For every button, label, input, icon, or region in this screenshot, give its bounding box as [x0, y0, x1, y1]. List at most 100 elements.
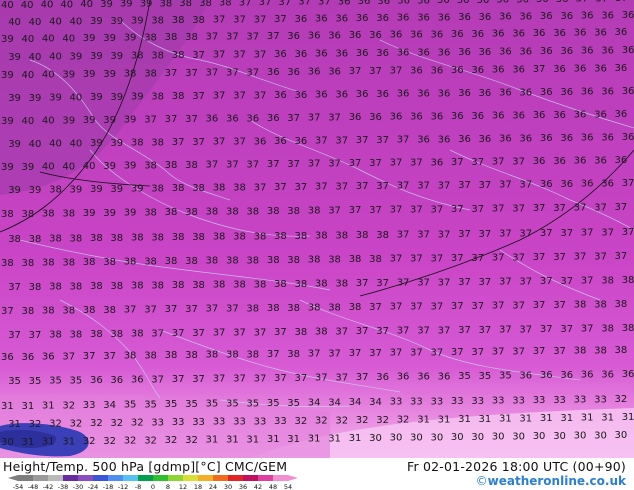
copyright-link[interactable]: ©weatheronline.co.uk	[476, 474, 626, 488]
contour-label: 35	[144, 399, 157, 410]
contour-label: 38	[574, 300, 587, 311]
contour-label: 36	[356, 89, 369, 100]
contour-label: 37	[417, 230, 430, 241]
contour-label: 36	[315, 14, 328, 25]
contour-label: 35	[185, 399, 198, 410]
contour-label: 37	[431, 347, 444, 358]
contour-label: 38	[328, 302, 341, 313]
legend-tick-label: -42	[43, 483, 54, 490]
contour-label: 37	[233, 91, 246, 102]
contour-label: 38	[151, 183, 164, 194]
contour-label: 35	[479, 371, 492, 382]
contour-label: 31	[622, 412, 634, 423]
contour-label: 36	[458, 88, 471, 99]
contour-label: 36	[574, 64, 587, 75]
contour-label: 37	[144, 304, 157, 315]
legend-arrow-left	[8, 475, 18, 481]
contour-label: 32	[165, 435, 178, 446]
contour-label: 37	[226, 304, 239, 315]
contour-label: 32	[144, 435, 157, 446]
contour-label: 38	[22, 258, 35, 269]
contour-label: 38	[62, 305, 75, 316]
contour-label: 37	[594, 252, 607, 263]
contour-label: 38	[615, 345, 628, 356]
contour-label: 31	[287, 434, 300, 445]
contour-label: 37	[471, 301, 484, 312]
contour-label: 38	[165, 207, 178, 218]
contour-label: 32	[295, 416, 308, 427]
contour-label: 37	[349, 158, 362, 169]
contour-label: 37	[185, 304, 198, 315]
contour-label: 37	[533, 252, 546, 263]
contour-label: 37	[574, 252, 587, 263]
contour-label: 38	[192, 183, 205, 194]
contour-label: 40	[49, 52, 62, 63]
contour-label: 37	[151, 328, 164, 339]
contour-label: 36	[496, 0, 509, 6]
contour-label: 37	[499, 277, 512, 288]
contour-label: 36	[438, 371, 451, 382]
contour-label: 36	[42, 352, 55, 363]
contour-label: 33	[390, 397, 403, 408]
contour-label: 39	[103, 161, 116, 172]
contour-label: 38	[22, 209, 35, 220]
contour-label: 37	[499, 180, 512, 191]
contour-label: 36	[622, 369, 634, 380]
contour-label: 37	[295, 182, 308, 193]
contour-label: 36	[622, 132, 634, 143]
contour-label: 37	[267, 31, 280, 42]
contour-label: 37	[533, 300, 546, 311]
contour-label: 36	[295, 90, 308, 101]
contour-label: 38	[267, 206, 280, 217]
legend-swatch	[123, 475, 139, 481]
contour-label: 35	[29, 376, 42, 387]
contour-label: 36	[594, 110, 607, 121]
contour-label: 37	[451, 253, 464, 264]
contour-label: 30	[594, 431, 607, 442]
contour-label: 37	[594, 203, 607, 214]
legend-tick-label: 8	[166, 483, 170, 490]
contour-label: 30	[615, 430, 628, 441]
contour-label: 37	[124, 305, 137, 316]
contour-label: 39	[62, 115, 75, 126]
contour-label: 37	[410, 302, 423, 313]
contour-label: 35	[206, 399, 219, 410]
contour-label: 36	[492, 65, 505, 76]
contour-label: 36	[540, 46, 553, 57]
contour-label: 38	[267, 255, 280, 266]
contour-label: 37	[417, 181, 430, 192]
contour-label: 36	[499, 47, 512, 58]
contour-label: 36	[471, 29, 484, 40]
contour-label: 38	[110, 329, 123, 340]
contour-label: 33	[533, 395, 546, 406]
contour-label: 37	[492, 253, 505, 264]
contour-label: 36	[560, 87, 573, 98]
contour-label: 38	[287, 206, 300, 217]
valid-time: Fr 02-01-2026 18:00 UTC (00+90)	[407, 459, 626, 474]
contour-label: 40	[42, 162, 55, 173]
contour-label: 37	[397, 230, 410, 241]
contour-label: 36	[533, 110, 546, 121]
contour-label: 37	[315, 373, 328, 384]
contour-label: 36	[417, 0, 430, 6]
contour-label: 32	[103, 436, 116, 447]
contour-label: 36	[560, 11, 573, 22]
contour-label: 31	[349, 433, 362, 444]
contour-label: 37	[213, 15, 226, 26]
contour-label: 36	[431, 65, 444, 76]
contour-label: 32	[83, 436, 96, 447]
contour-label: 37	[397, 326, 410, 337]
contour-label: 37	[533, 64, 546, 75]
contour-label: 37	[574, 203, 587, 214]
contour-label: 40	[83, 161, 96, 172]
contour-label: 35	[287, 398, 300, 409]
contour-label: 37	[213, 374, 226, 385]
contour-label: 40	[70, 16, 83, 27]
contour-label: 37	[438, 325, 451, 336]
contour-label: 34	[369, 397, 382, 408]
contour-label: 39	[70, 184, 83, 195]
contour-label: 38	[295, 327, 308, 338]
contour-label: 37	[308, 349, 321, 360]
contour-label: 30	[451, 432, 464, 443]
contour-label: 37	[438, 229, 451, 240]
